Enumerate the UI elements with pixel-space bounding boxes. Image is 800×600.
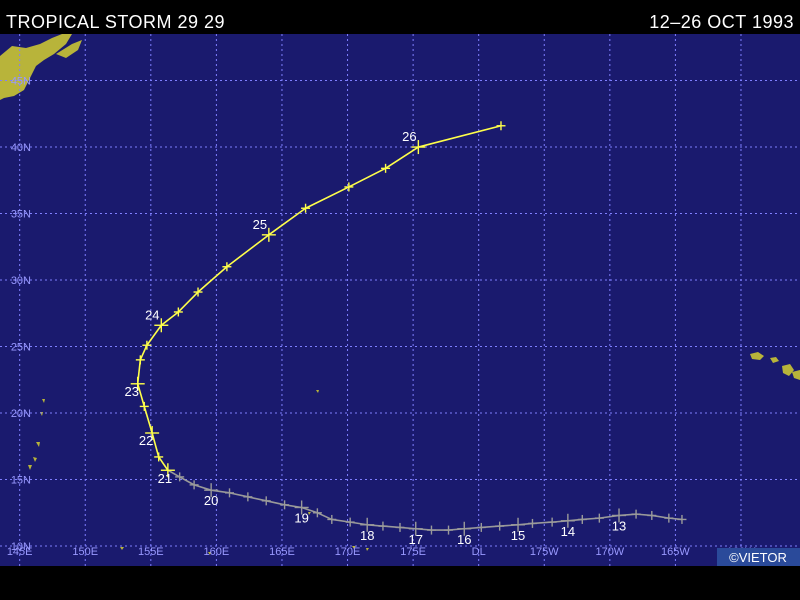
day-label: 20 <box>204 493 218 508</box>
day-label: 16 <box>457 532 471 547</box>
day-label: 15 <box>511 528 525 543</box>
lon-label: 145E <box>7 546 33 558</box>
day-label: 18 <box>360 528 374 543</box>
title-bar: TROPICAL STORM 29 29 12–26 OCT 1993 <box>0 0 800 34</box>
lon-label: 175E <box>400 546 426 558</box>
lon-label: 155E <box>138 546 164 558</box>
lat-label: 40N <box>11 142 31 154</box>
lat-label: 30N <box>11 275 31 287</box>
ocean-background <box>0 34 800 566</box>
credit-badge: ©VIETOR <box>717 548 800 566</box>
lat-label: 25N <box>11 342 31 354</box>
day-label: 19 <box>294 510 308 525</box>
lon-label: 175W <box>530 546 559 558</box>
lon-label: 165E <box>269 546 295 558</box>
day-label: 17 <box>409 532 423 547</box>
lat-label: 15N <box>11 475 31 487</box>
lon-label: 165W <box>661 546 690 558</box>
day-label: 21 <box>158 471 172 486</box>
day-label: 26 <box>402 129 416 144</box>
lat-label: 20N <box>11 408 31 420</box>
day-label: 13 <box>612 518 626 533</box>
lat-label: 35N <box>11 209 31 221</box>
lon-label: 170W <box>595 546 624 558</box>
day-label: 23 <box>124 384 138 399</box>
lat-label: 45N <box>11 76 31 88</box>
day-label: 25 <box>253 217 267 232</box>
lon-label: 160E <box>204 546 230 558</box>
lon-label: 150E <box>72 546 98 558</box>
date-range: 12–26 OCT 1993 <box>649 12 794 32</box>
day-label: 22 <box>139 433 153 448</box>
lon-label: 170E <box>335 546 361 558</box>
credit-text: ©VIETOR <box>729 550 787 565</box>
lon-label: DL <box>472 546 486 558</box>
bottom-bar <box>0 566 800 600</box>
day-label: 24 <box>145 307 159 322</box>
storm-track-map: 10N15N20N25N30N35N40N45N 145E 150E 155E 160… <box>0 34 800 566</box>
storm-title: TROPICAL STORM 29 29 <box>6 12 226 32</box>
day-label: 14 <box>561 524 575 539</box>
